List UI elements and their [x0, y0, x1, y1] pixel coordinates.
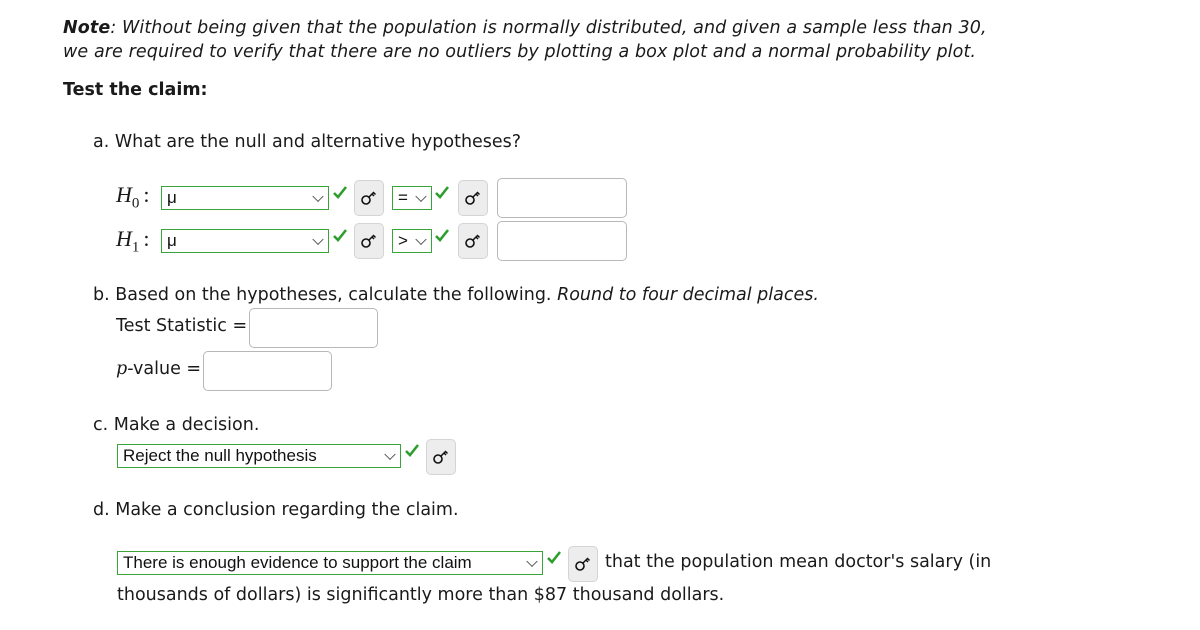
decision-key-button[interactable] — [426, 439, 456, 475]
chevron-down-icon — [384, 448, 396, 461]
key-icon — [361, 234, 377, 248]
p-value-input[interactable] — [203, 351, 332, 391]
key-icon — [433, 450, 449, 464]
checkmark-icon — [333, 229, 348, 242]
key-icon — [465, 234, 481, 248]
decision-select[interactable]: Reject the null hypothesis — [117, 444, 401, 468]
part-a-question: a. What are the null and alternative hyp… — [93, 132, 522, 152]
key-icon — [465, 191, 481, 205]
checkmark-icon — [405, 444, 420, 457]
test-statistic-label: Test Statistic = — [116, 316, 248, 336]
h1-parameter-select[interactable]: μ — [161, 229, 329, 253]
conclusion-key-button[interactable] — [568, 546, 598, 582]
h1-operator-key-button[interactable] — [458, 223, 488, 259]
part-d-question: d. Make a conclusion regarding the claim… — [93, 500, 459, 520]
chevron-down-icon — [312, 190, 324, 203]
checkmark-icon — [435, 186, 450, 199]
conclusion-text-after: that the population mean doctor's salary… — [605, 552, 992, 572]
part-b-question: b. Based on the hypotheses, calculate th… — [93, 285, 819, 305]
chevron-down-icon — [312, 233, 324, 246]
key-icon — [361, 191, 377, 205]
h1-operator-select[interactable]: > — [392, 229, 432, 253]
conclusion-select[interactable]: There is enough evidence to support the … — [117, 551, 543, 575]
conclusion-text-line2: thousands of dollars) is significantly m… — [117, 585, 725, 605]
h0-operator-key-button[interactable] — [458, 180, 488, 216]
checkmark-icon — [435, 229, 450, 242]
test-claim-heading: Test the claim: — [63, 80, 208, 100]
h0-value-input[interactable] — [497, 178, 627, 218]
part-c-question: c. Make a decision. — [93, 415, 260, 435]
note-text: Note: Without being given that the popul… — [63, 18, 987, 62]
p-value-label: p-value = — [116, 359, 202, 379]
chevron-down-icon — [526, 555, 538, 568]
chevron-down-icon — [415, 233, 427, 246]
h0-operator-select[interactable]: = — [392, 186, 432, 210]
h1-parameter-key-button[interactable] — [354, 223, 384, 259]
h1-value-input[interactable] — [497, 221, 627, 261]
h0-parameter-select[interactable]: μ — [161, 186, 329, 210]
h0-label: H0: — [116, 182, 150, 212]
checkmark-icon — [333, 186, 348, 199]
h0-parameter-key-button[interactable] — [354, 180, 384, 216]
note-label: Note — [63, 18, 111, 38]
checkmark-icon — [547, 551, 562, 564]
h1-label: H1: — [116, 226, 150, 256]
chevron-down-icon — [415, 190, 427, 203]
key-icon — [575, 557, 591, 571]
test-statistic-input[interactable] — [249, 308, 378, 348]
